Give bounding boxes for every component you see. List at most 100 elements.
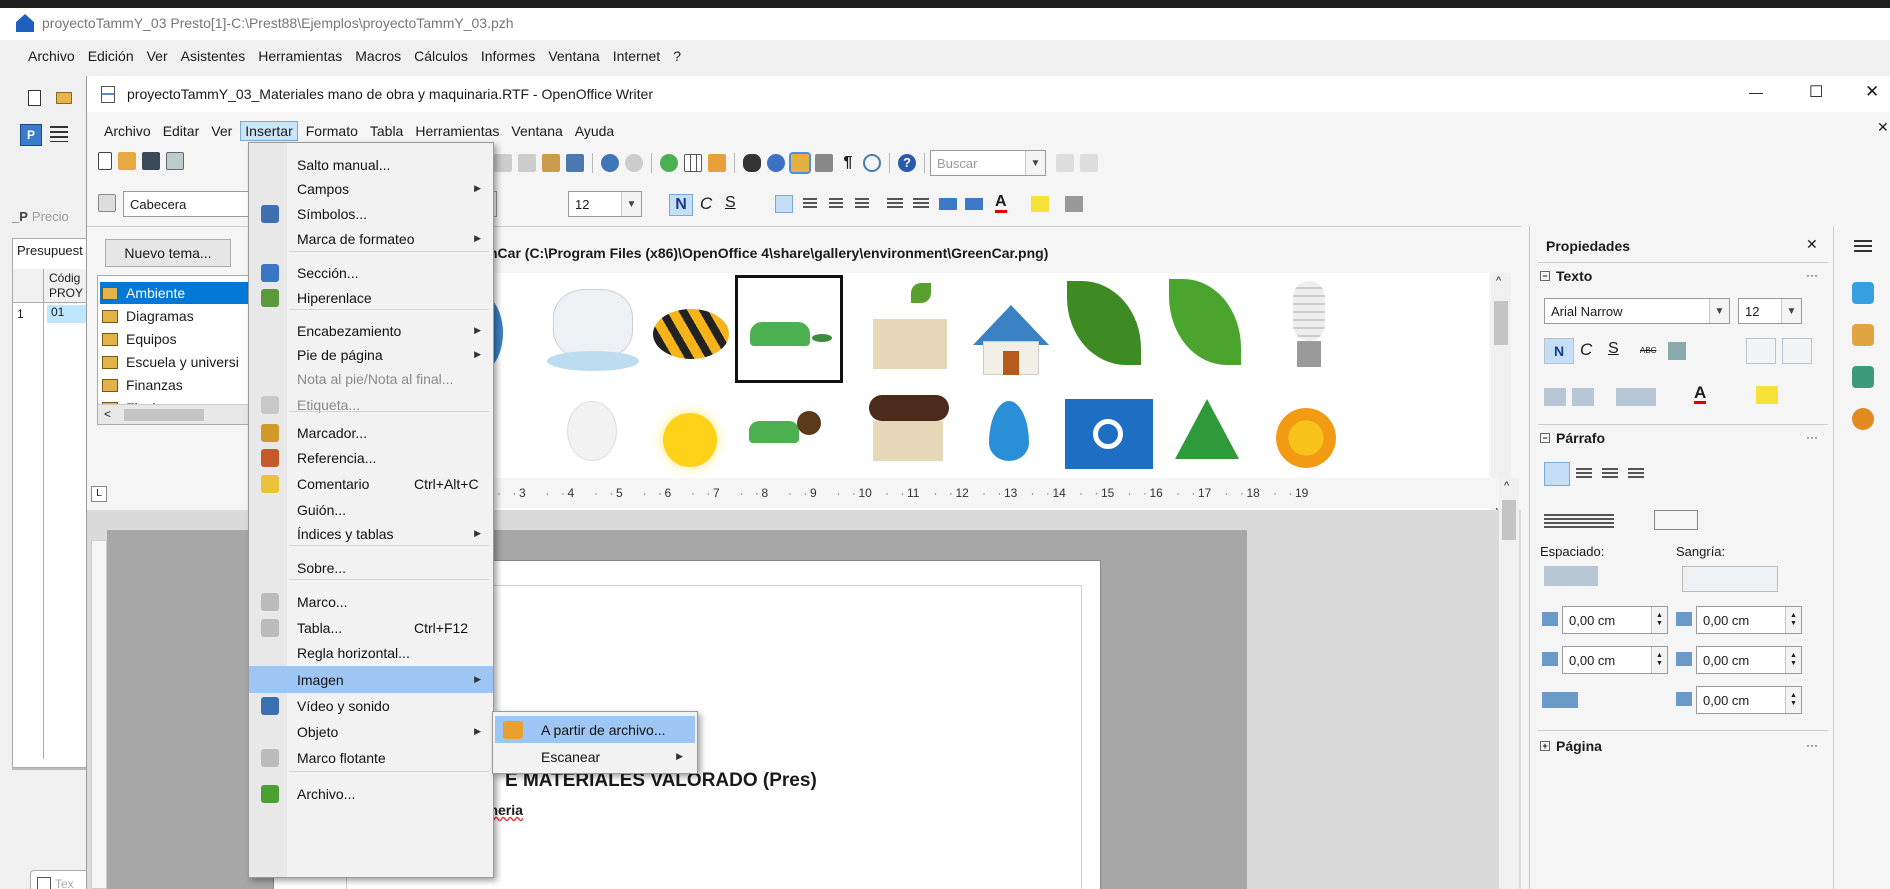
align-justify-icon[interactable] (855, 198, 869, 210)
insert-menu-item[interactable]: Marcador... (249, 419, 493, 446)
image-submenu-item[interactable]: Escanear ▶ (495, 743, 695, 770)
presto-menu-item[interactable]: Macros (355, 48, 401, 64)
cut-icon[interactable] (494, 154, 512, 172)
insert-menu-item[interactable]: Imagen ▶ (249, 666, 493, 693)
indent-buttons-icon[interactable] (1682, 566, 1778, 592)
align-right-icon[interactable] (829, 198, 843, 210)
insert-menu-item[interactable]: Vídeo y sonido (249, 692, 493, 719)
house-thumbnail[interactable] (959, 279, 1059, 379)
parrafo-more-button[interactable]: ··· (1806, 430, 1818, 444)
document-close-button[interactable]: ✕ (1877, 119, 1889, 136)
line-spacing-icon[interactable] (1542, 692, 1578, 708)
align-center-icon[interactable] (803, 198, 817, 210)
insert-menu-item[interactable]: Guión... (249, 496, 493, 523)
sidebar-font-name[interactable]: Arial Narrow ▼ (1544, 298, 1730, 324)
email-icon[interactable] (166, 152, 184, 170)
writer-menu-item-editar[interactable]: Editar (159, 122, 204, 140)
sidebar-italic-button[interactable]: C (1580, 340, 1592, 360)
grow-font-icon[interactable] (1746, 338, 1776, 364)
insert-menu-item[interactable]: Tabla... Ctrl+F12 (249, 614, 493, 641)
new-theme-button[interactable]: Nuevo tema... (105, 239, 231, 267)
datasources-icon[interactable] (815, 154, 833, 172)
numbering-icon[interactable] (887, 198, 903, 210)
insert-menu-item[interactable]: Comentario Ctrl+Alt+C (249, 470, 493, 497)
open-icon[interactable] (118, 152, 136, 170)
writer-menu-item-ver[interactable]: Ver (207, 122, 236, 140)
writer-menu-item-archivo[interactable]: Archivo (100, 122, 155, 140)
pagina-more-button[interactable]: ··· (1806, 738, 1818, 752)
chevron-down-icon[interactable]: ▼ (1781, 299, 1801, 323)
decrease-indent-icon[interactable] (939, 198, 957, 210)
presto-menu-item[interactable]: Ventana (548, 48, 599, 64)
document-scrollbar[interactable]: ^ (1499, 478, 1519, 889)
presto-menu-item[interactable]: ? (673, 48, 681, 64)
sidebar-strike-button[interactable]: ABC (1640, 346, 1656, 355)
writer-menu-item-insertar[interactable]: Insertar (240, 121, 298, 141)
sidebar-align-left-icon[interactable] (1544, 462, 1570, 486)
find-icon[interactable] (743, 154, 761, 172)
texto-section-header[interactable]: − Texto (1540, 268, 1592, 284)
formatting-marks-icon[interactable]: ¶ (839, 154, 857, 172)
texto-more-button[interactable]: ··· (1806, 268, 1818, 282)
indent-before-field[interactable]: 0,00 cm ▲ ▼ (1696, 606, 1802, 634)
texto-tab[interactable]: Tex (30, 870, 90, 889)
spinner-icon[interactable]: ▲ ▼ (1651, 647, 1667, 673)
presto-menu-item[interactable]: Asistentes (181, 48, 246, 64)
close-button[interactable]: ✕ (1865, 82, 1879, 102)
highlight-icon[interactable] (1031, 196, 1049, 212)
smoke-factory-thumbnail[interactable] (861, 391, 961, 491)
presto-menu-item[interactable]: Herramientas (258, 48, 342, 64)
insert-menu-item[interactable]: Campos ▶ (249, 175, 493, 202)
search-field[interactable]: Buscar ▼ (930, 150, 1046, 176)
insert-menu-item[interactable]: Marco... (249, 588, 493, 615)
zoom-icon[interactable] (863, 154, 881, 172)
pagina-section-header[interactable]: + Página (1540, 738, 1602, 754)
font-size-combo[interactable]: 12 ▼ (568, 191, 642, 217)
insert-menu-item[interactable]: Símbolos... (249, 200, 493, 227)
writer-menu-item-herramientas[interactable]: Herramientas (411, 122, 503, 140)
subscript-icon[interactable] (1572, 388, 1594, 406)
sun-thumbnail[interactable] (639, 391, 739, 491)
view-p-button[interactable]: P (20, 124, 42, 146)
insert-menu-item[interactable]: Pie de página ▶ (249, 341, 493, 368)
writer-menu-item-tabla[interactable]: Tabla (366, 122, 407, 140)
insert-menu-item[interactable]: Regla horizontal... (249, 639, 493, 666)
styles-icon[interactable] (98, 194, 116, 212)
insert-menu-item[interactable]: Encabezamiento ▶ (249, 317, 493, 344)
navigator-icon[interactable] (767, 154, 785, 172)
tab-stop-button[interactable]: L (91, 486, 107, 502)
insert-menu-item[interactable]: Archivo... (249, 780, 493, 807)
new-doc-icon[interactable] (28, 90, 41, 106)
spacing-above-field[interactable]: 0,00 cm ▲ ▼ (1562, 606, 1668, 634)
save-icon[interactable] (142, 152, 160, 170)
recycle-bin-thumbnail[interactable] (1057, 391, 1157, 491)
insert-menu-item[interactable]: Nota al pie/Nota al final... (249, 365, 493, 392)
spinner-icon[interactable]: ▲ ▼ (1785, 687, 1801, 713)
bee-thumbnail[interactable] (639, 279, 739, 379)
theme-list-item[interactable]: Ambiente (100, 282, 252, 304)
undo-icon[interactable] (601, 154, 619, 172)
sidebar-align-justify-icon[interactable] (1628, 468, 1644, 480)
insert-menu-item[interactable]: Referencia... (249, 444, 493, 471)
spinner-icon[interactable]: ▲ ▼ (1651, 607, 1667, 633)
font-color-icon[interactable]: A (995, 194, 1007, 213)
theme-list[interactable]: Ambiente Diagramas Equipos Escuela y univer… (97, 275, 255, 425)
water-drop-thumbnail[interactable] (959, 391, 1059, 491)
sidebar-underline-button[interactable]: S (1608, 340, 1619, 358)
insert-menu-item[interactable]: Etiqueta... (249, 391, 493, 418)
bulb-white-thumbnail[interactable] (543, 391, 643, 491)
car-pollution-thumbnail[interactable] (739, 391, 839, 491)
precio-tab[interactable]: _P Precio (12, 204, 90, 228)
presto-menu-item[interactable]: Ver (147, 48, 168, 64)
insert-menu-item[interactable]: Índices y tablas ▶ (249, 520, 493, 547)
open-folder-icon[interactable] (56, 92, 72, 104)
theme-list-item[interactable]: Finanzas (100, 374, 252, 396)
image-submenu-item[interactable]: A partir de archivo... (495, 716, 695, 743)
gallery-icon[interactable] (789, 152, 811, 174)
align-left-icon[interactable] (775, 195, 793, 213)
superscript-icon[interactable] (1544, 388, 1566, 406)
recycle-symbol-thumbnail[interactable] (1157, 391, 1257, 491)
theme-list-scrollbar[interactable]: < (98, 404, 254, 424)
increase-indent-icon[interactable] (965, 198, 983, 210)
minimize-button[interactable]: — (1749, 84, 1763, 100)
